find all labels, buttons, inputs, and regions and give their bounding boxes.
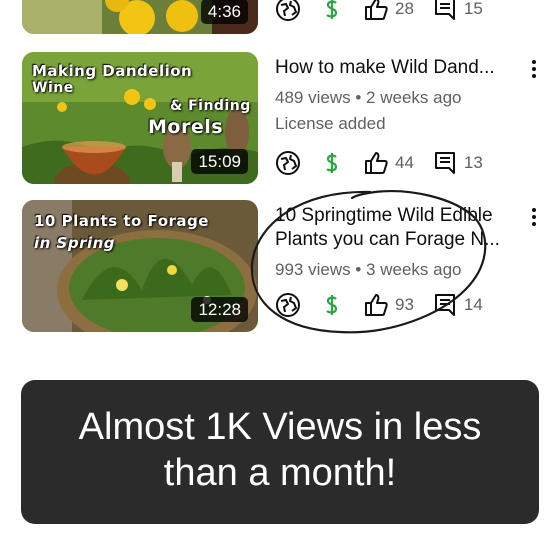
license-status: License added xyxy=(275,114,386,133)
banner-line: than a month! xyxy=(163,452,397,494)
like-count: 28 xyxy=(395,0,414,18)
video-title-line: 10 Springtime Wild Edible xyxy=(275,205,493,226)
comment-count: 13 xyxy=(463,153,483,172)
video-row[interactable]: 10 Plants to Forage in Spring 12:28 10 S… xyxy=(0,200,560,334)
video-stats: 93 14 xyxy=(275,290,501,320)
video-title-line: Plants you can Forage N... xyxy=(275,229,500,250)
globe-icon xyxy=(275,292,301,318)
thumbnail-caption: & Finding xyxy=(170,98,251,114)
thumbnail-caption: Wine xyxy=(32,80,74,96)
upload-age: 2 weeks ago xyxy=(366,88,462,107)
video-row[interactable]: 4:36 28 15 xyxy=(0,0,560,40)
thumbnail-caption: Morels xyxy=(148,116,224,138)
separator-dot: • xyxy=(355,88,362,107)
like-count: 93 xyxy=(395,295,414,314)
like-count: 44 xyxy=(395,153,414,172)
separator-dot: • xyxy=(355,260,362,279)
view-count: 489 views xyxy=(275,88,351,107)
thumbs-up-icon xyxy=(363,150,389,176)
caption-banner: Almost 1K Views in less than a month! xyxy=(21,380,539,524)
video-meta: 993 views • 3 weeks ago xyxy=(275,260,515,280)
video-thumbnail[interactable]: 10 Plants to Forage in Spring 12:28 xyxy=(22,200,258,332)
video-duration: 4:36 xyxy=(200,0,248,24)
thumbs-up-icon xyxy=(363,0,389,22)
comment-icon xyxy=(432,0,458,22)
dollar-icon xyxy=(319,0,345,22)
video-duration: 12:28 xyxy=(191,297,248,322)
video-thumbnail[interactable]: Making Dandelion Wine & Finding Morels 1… xyxy=(22,52,258,184)
dollar-icon xyxy=(319,292,345,318)
comment-count: 15 xyxy=(463,0,483,18)
more-vert-icon[interactable] xyxy=(526,206,542,228)
globe-icon xyxy=(275,150,301,176)
video-info[interactable]: How to make Wild Dand... 489 views • 2 w… xyxy=(275,56,515,134)
video-thumbnail[interactable]: 4:36 xyxy=(22,0,258,34)
video-meta: 489 views • 2 weeks ago xyxy=(275,88,515,108)
video-stats: 28 15 xyxy=(275,0,501,24)
thumbnail-caption: 10 Plants to Forage xyxy=(34,212,209,230)
thumbnail-caption: in Spring xyxy=(34,234,116,252)
comment-count: 14 xyxy=(463,295,483,314)
video-title[interactable]: 10 Springtime Wild Edible Plants you can… xyxy=(275,204,515,252)
video-info[interactable]: 10 Springtime Wild Edible Plants you can… xyxy=(275,204,515,280)
globe-icon xyxy=(275,0,301,22)
upload-age: 3 weeks ago xyxy=(366,260,462,279)
video-stats: 44 13 xyxy=(275,148,501,178)
video-duration: 15:09 xyxy=(191,149,248,174)
comment-icon xyxy=(432,292,458,318)
dollar-icon xyxy=(319,150,345,176)
banner-line: Almost 1K Views in less xyxy=(78,406,482,448)
thumbs-up-icon xyxy=(363,292,389,318)
video-row[interactable]: Making Dandelion Wine & Finding Morels 1… xyxy=(0,52,560,186)
video-title[interactable]: How to make Wild Dand... xyxy=(275,56,515,80)
comment-icon xyxy=(432,150,458,176)
more-vert-icon[interactable] xyxy=(526,58,542,80)
view-count: 993 views xyxy=(275,260,351,279)
thumbnail-caption: Making Dandelion xyxy=(32,62,193,80)
